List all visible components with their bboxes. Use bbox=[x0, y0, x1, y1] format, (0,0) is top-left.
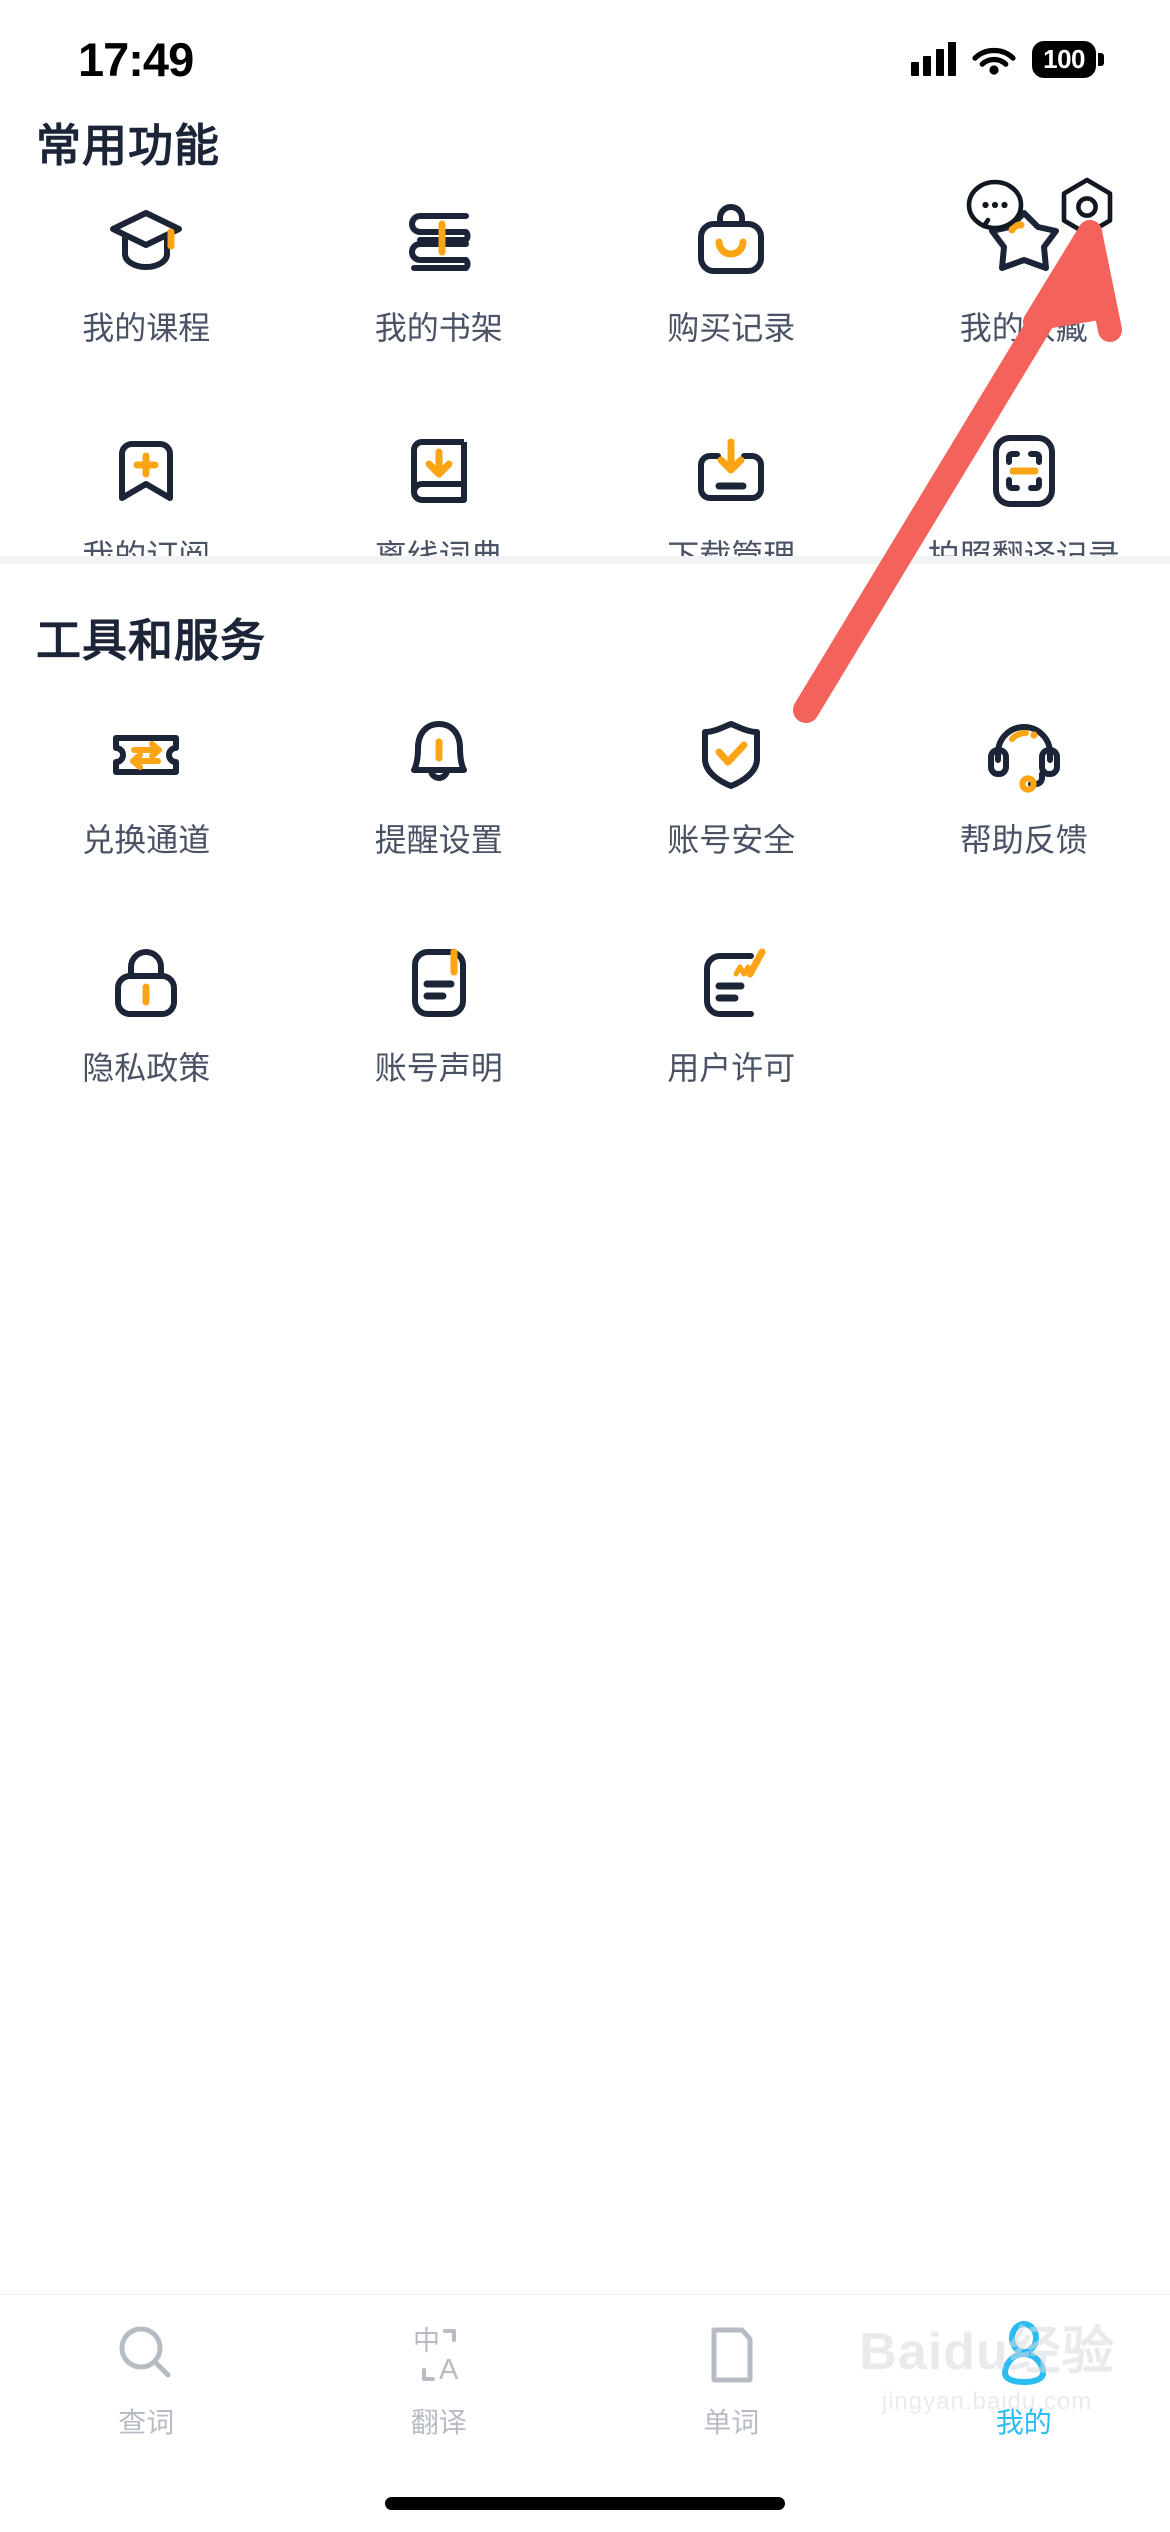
svg-text:中: 中 bbox=[413, 2326, 440, 2356]
tool-privacy-policy[interactable]: 隐私政策 bbox=[0, 940, 293, 1130]
person-icon bbox=[986, 2317, 1062, 2393]
common-features-grid: 我的课程 我的书架 购买记录 我的收藏 我的订阅 离线词典 下载管理 拍照翻译记… bbox=[0, 200, 1170, 556]
tool-help-feedback[interactable]: 帮助反馈 bbox=[878, 712, 1170, 902]
book-download-icon bbox=[396, 428, 482, 514]
document-pen-icon bbox=[688, 940, 774, 1026]
tool-label: 提醒设置 bbox=[374, 822, 503, 858]
feature-my-courses[interactable]: 我的课程 bbox=[0, 200, 293, 390]
tool-exchange-channel[interactable]: 兑换通道 bbox=[0, 712, 293, 902]
feature-my-bookshelf[interactable]: 我的书架 bbox=[293, 200, 586, 390]
feature-label: 我的订阅 bbox=[82, 538, 211, 556]
bell-icon bbox=[396, 712, 482, 798]
feature-photo-translate-history[interactable]: 拍照翻译记录 bbox=[878, 428, 1170, 556]
bookmark-plus-icon bbox=[103, 428, 189, 514]
feature-offline-dictionary[interactable]: 离线词典 bbox=[293, 428, 586, 556]
top-action-bar bbox=[964, 176, 1118, 238]
cellular-bars-icon bbox=[910, 42, 957, 76]
tool-label: 隐私政策 bbox=[82, 1050, 211, 1086]
tab-profile[interactable]: 我的 bbox=[878, 2317, 1170, 2437]
tab-label: 我的 bbox=[995, 2407, 1052, 2438]
scan-frame-icon bbox=[981, 428, 1067, 514]
tab-label: 翻译 bbox=[410, 2407, 467, 2438]
download-box-icon bbox=[688, 428, 774, 514]
tools-services-grid: 兑换通道 提醒设置 账号安全 帮助反馈 隐私政策 账号声明 用户许可 bbox=[0, 712, 1170, 1130]
section-divider bbox=[0, 556, 1170, 564]
feature-label: 下载管理 bbox=[667, 538, 796, 556]
battery-level: 100 bbox=[1043, 44, 1085, 74]
search-icon bbox=[108, 2317, 184, 2393]
headset-icon bbox=[981, 712, 1067, 798]
status-time: 17:49 bbox=[78, 32, 194, 86]
feature-my-subscriptions[interactable]: 我的订阅 bbox=[0, 428, 293, 556]
section-title-tools: 工具和服务 bbox=[36, 615, 267, 666]
feature-label: 我的书架 bbox=[374, 310, 503, 346]
tab-label: 查词 bbox=[118, 2407, 175, 2438]
document-lines-icon bbox=[396, 940, 482, 1026]
tool-account-security[interactable]: 账号安全 bbox=[585, 712, 878, 902]
status-indicators: 100 bbox=[910, 40, 1104, 78]
translate-icon: 中 A bbox=[401, 2317, 477, 2393]
svg-text:A: A bbox=[439, 2354, 459, 2386]
status-bar: 17:49 100 bbox=[0, 0, 1170, 118]
feature-purchase-history[interactable]: 购买记录 bbox=[585, 200, 878, 390]
feature-download-manager[interactable]: 下载管理 bbox=[585, 428, 878, 556]
tool-reminder-settings[interactable]: 提醒设置 bbox=[293, 712, 586, 902]
feature-label: 离线词典 bbox=[374, 538, 503, 556]
message-bubble-icon[interactable] bbox=[964, 176, 1026, 238]
section-tools-and-services: 工具和服务 兑换通道 提醒设置 账号安全 帮助反馈 隐私政策 账号声明 用户许可 bbox=[0, 564, 1170, 1394]
settings-gear-icon[interactable] bbox=[1056, 176, 1118, 238]
shield-check-icon bbox=[688, 712, 774, 798]
shopping-bag-icon bbox=[688, 200, 774, 286]
ticket-exchange-icon bbox=[103, 712, 189, 798]
graduation-cap-icon bbox=[103, 200, 189, 286]
tab-search[interactable]: 查词 bbox=[0, 2317, 293, 2437]
battery-full-icon: 100 bbox=[1032, 40, 1104, 78]
books-stack-icon bbox=[396, 200, 482, 286]
feature-label: 拍照翻译记录 bbox=[927, 538, 1120, 556]
tab-label: 单词 bbox=[703, 2407, 760, 2438]
section-title-common: 常用功能 bbox=[36, 120, 221, 171]
feature-label: 购买记录 bbox=[667, 310, 796, 346]
tool-label: 账号安全 bbox=[667, 822, 796, 858]
tool-label: 账号声明 bbox=[374, 1050, 503, 1086]
wifi-icon bbox=[972, 42, 1016, 76]
tool-label: 兑换通道 bbox=[82, 822, 211, 858]
feature-label: 我的收藏 bbox=[959, 310, 1088, 346]
app-screen: 17:49 100 常用功能 我的课程 我的书架 购买记录 我的收藏 我的订阅 … bbox=[0, 0, 1170, 2532]
word-card-icon bbox=[693, 2317, 769, 2393]
tool-user-license[interactable]: 用户许可 bbox=[585, 940, 878, 1130]
home-indicator[interactable] bbox=[385, 2497, 785, 2510]
tab-translate[interactable]: 中 A 翻译 bbox=[293, 2317, 586, 2437]
tool-label: 帮助反馈 bbox=[959, 822, 1088, 858]
lock-icon bbox=[103, 940, 189, 1026]
feature-label: 我的课程 bbox=[82, 310, 211, 346]
tool-account-statement[interactable]: 账号声明 bbox=[293, 940, 586, 1130]
tool-label: 用户许可 bbox=[667, 1050, 796, 1086]
tab-words[interactable]: 单词 bbox=[585, 2317, 878, 2437]
